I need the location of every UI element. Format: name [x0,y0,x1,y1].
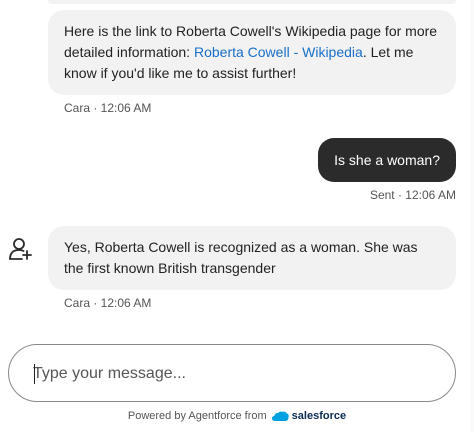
message-text: Yes, Roberta Cowell is recognized as a w… [64,239,418,276]
message-meta: Cara · 12:06 AM [64,296,152,310]
scrollbar[interactable] [470,0,474,432]
person-add-icon [8,236,34,262]
bot-message-bubble: Here is the link to Roberta Cowell's Wik… [48,10,456,95]
wikipedia-link[interactable]: Roberta Cowell - Wikipedia [194,44,363,60]
salesforce-cloud-icon [271,411,289,421]
salesforce-brand-text: salesforce [291,410,347,422]
bot-message-bubble: Yes, Roberta Cowell is recognized as a w… [48,226,456,290]
user-message-bubble: Is she a woman? [318,138,456,182]
previous-message-bubble [48,0,456,4]
chat-window: Here is the link to Roberta Cowell's Wik… [0,0,474,432]
powered-by-text: Powered by Agentforce from [127,410,267,422]
text-caret [34,364,35,384]
message-meta: Cara · 12:06 AM [64,101,152,115]
message-composer[interactable] [8,344,456,402]
message-meta: Sent · 12:06 AM [369,188,456,202]
message-text: Is she a woman? [334,152,440,168]
powered-by-footer: Powered by Agentforce from salesforce [0,410,474,422]
salesforce-logo[interactable]: salesforce [271,410,346,422]
message-input[interactable] [33,361,433,387]
